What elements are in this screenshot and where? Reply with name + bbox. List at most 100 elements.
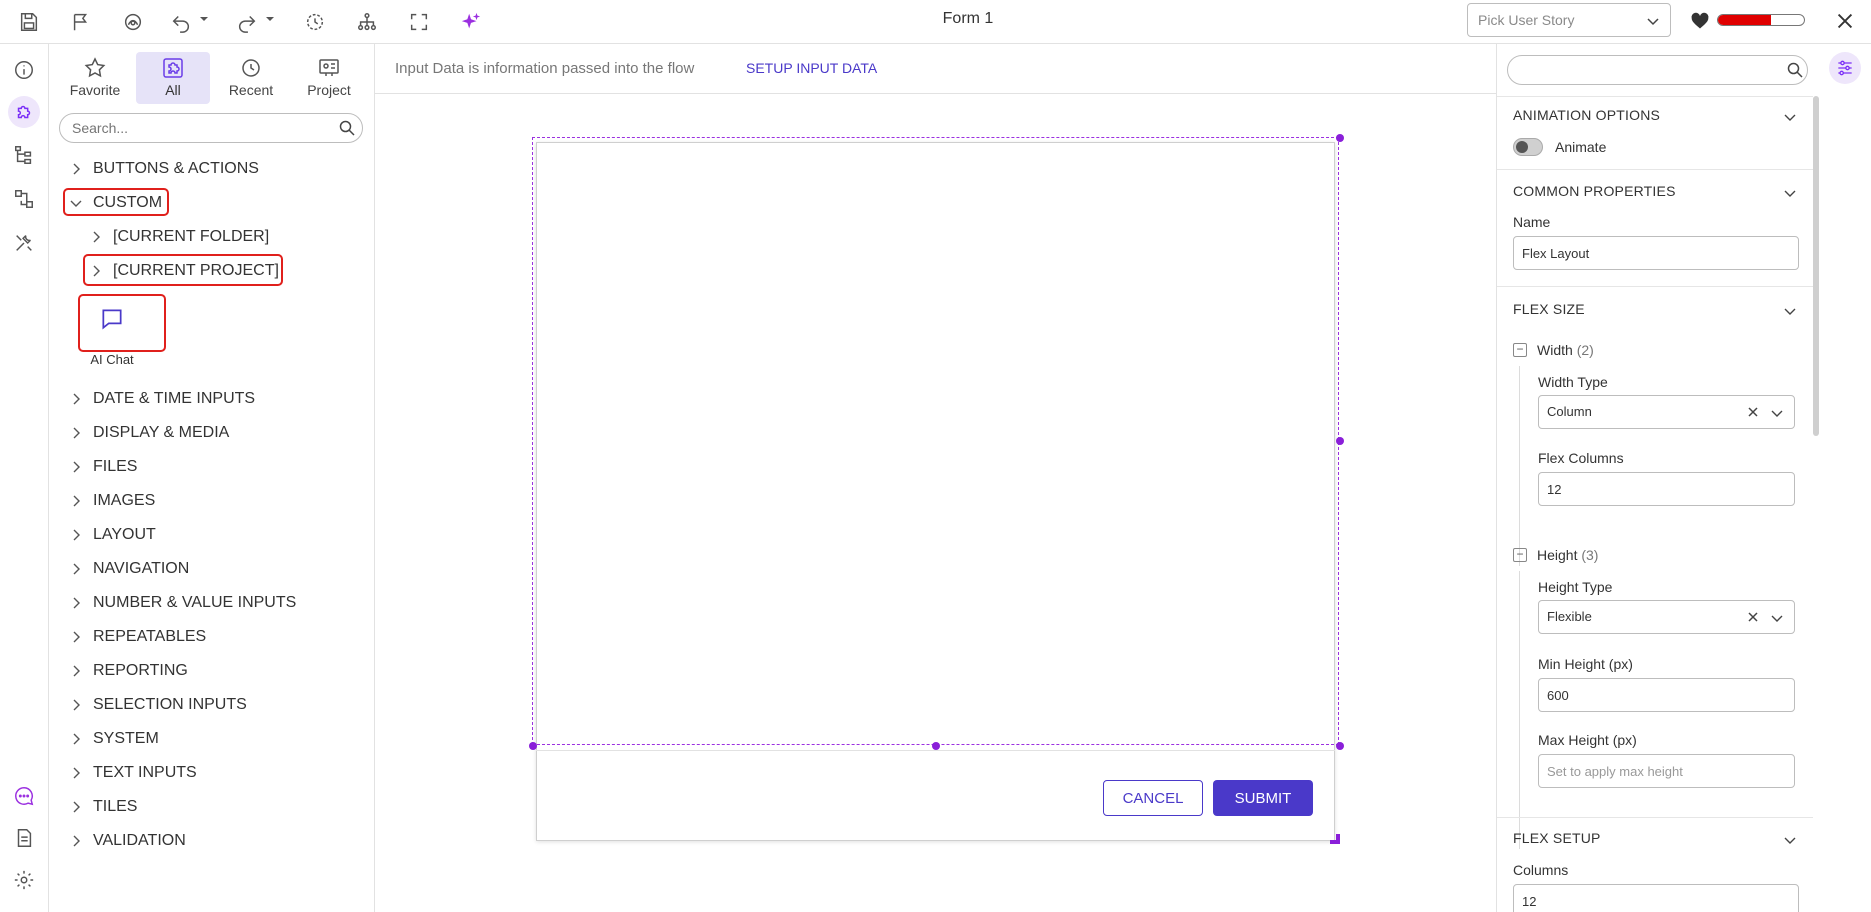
- resize-handle[interactable]: [529, 742, 537, 750]
- chevron-down-icon[interactable]: [1783, 304, 1797, 318]
- height-type-value: Flexible: [1547, 609, 1592, 624]
- submit-button[interactable]: SUBMIT: [1213, 780, 1313, 816]
- chevron-right-icon: [73, 835, 80, 847]
- category-validation[interactable]: VALIDATION: [69, 826, 186, 856]
- properties-search-input[interactable]: [1507, 55, 1808, 85]
- search-icon[interactable]: [339, 120, 355, 136]
- tab-all[interactable]: All: [136, 52, 210, 104]
- chevron-right-icon: [73, 665, 80, 677]
- height-type-label: Height Type: [1538, 579, 1613, 595]
- animate-toggle[interactable]: [1513, 138, 1543, 156]
- columns-input[interactable]: [1513, 884, 1799, 912]
- category-current-folder[interactable]: [CURRENT FOLDER]: [89, 222, 269, 252]
- fullscreen-icon[interactable]: [405, 8, 433, 36]
- chevron-right-icon: [73, 461, 80, 473]
- components-icon[interactable]: [8, 96, 40, 128]
- tab-recent[interactable]: Recent: [214, 52, 288, 104]
- preview-icon[interactable]: [119, 8, 147, 36]
- chevron-right-icon: [73, 427, 80, 439]
- settings-icon[interactable]: [10, 866, 38, 894]
- chevron-down-icon[interactable]: [1770, 406, 1784, 420]
- category-files[interactable]: FILES: [69, 452, 137, 482]
- chevron-right-icon: [93, 231, 100, 243]
- sliders-icon[interactable]: [1829, 52, 1861, 84]
- category-date-time[interactable]: DATE & TIME INPUTS: [69, 384, 255, 414]
- user-story-select[interactable]: Pick User Story: [1467, 3, 1671, 37]
- chevron-down-icon[interactable]: [1783, 833, 1797, 847]
- resize-handle[interactable]: [1336, 134, 1344, 142]
- max-height-input[interactable]: [1538, 754, 1795, 788]
- category-repeatables[interactable]: REPEATABLES: [69, 622, 206, 652]
- redo-dropdown-icon[interactable]: [265, 14, 275, 24]
- category-number-value[interactable]: NUMBER & VALUE INPUTS: [69, 588, 296, 618]
- category-display-media[interactable]: DISPLAY & MEDIA: [69, 418, 229, 448]
- category-layout[interactable]: LAYOUT: [69, 520, 156, 550]
- width-type-select[interactable]: Column: [1538, 395, 1795, 429]
- toggle-knob: [1516, 141, 1528, 153]
- category-buttons-actions[interactable]: BUTTONS & ACTIONS: [69, 154, 259, 184]
- setup-input-data-link[interactable]: SETUP INPUT DATA: [746, 60, 877, 76]
- chevron-down-icon[interactable]: [1770, 611, 1784, 625]
- group-line: [1519, 571, 1520, 849]
- info-icon[interactable]: [10, 56, 38, 84]
- flow-icon[interactable]: [10, 185, 38, 213]
- flag-icon[interactable]: [67, 8, 95, 36]
- tree-icon[interactable]: [10, 141, 38, 169]
- category-label: SYSTEM: [93, 730, 159, 747]
- properties-scrollbar[interactable]: [1813, 96, 1819, 436]
- chevron-down-icon: [70, 200, 82, 207]
- category-tiles[interactable]: TILES: [69, 792, 137, 822]
- star-icon: [84, 57, 106, 78]
- flex-layout-component[interactable]: [532, 137, 1339, 745]
- collapse-width-icon[interactable]: −: [1513, 343, 1527, 357]
- save-icon[interactable]: [15, 8, 43, 36]
- chevron-right-icon: [73, 163, 80, 175]
- height-label: Height: [1537, 547, 1578, 563]
- form-footer-divider: [536, 750, 1335, 751]
- height-type-select[interactable]: Flexible: [1538, 600, 1795, 634]
- chevron-right-icon: [73, 529, 80, 541]
- clear-icon[interactable]: [1746, 610, 1760, 624]
- chevron-down-icon[interactable]: [1783, 186, 1797, 200]
- ai-chat-component[interactable]: [80, 296, 144, 342]
- resize-handle[interactable]: [932, 742, 940, 750]
- category-reporting[interactable]: REPORTING: [69, 656, 188, 686]
- clear-icon[interactable]: [1746, 405, 1760, 419]
- category-custom[interactable]: CUSTOM: [69, 188, 162, 218]
- search-icon[interactable]: [1787, 62, 1803, 78]
- undo-dropdown-icon[interactable]: [199, 14, 209, 24]
- close-icon[interactable]: [1834, 10, 1856, 32]
- chat-icon[interactable]: [10, 782, 38, 810]
- tools-icon[interactable]: [10, 229, 38, 257]
- tab-project[interactable]: Project: [292, 52, 366, 104]
- category-system[interactable]: SYSTEM: [69, 724, 159, 754]
- category-text-inputs[interactable]: TEXT INPUTS: [69, 758, 197, 788]
- undo-icon[interactable]: [167, 8, 195, 36]
- chevron-right-icon: [93, 265, 100, 277]
- hierarchy-icon[interactable]: [353, 8, 381, 36]
- chevron-down-icon[interactable]: [1783, 110, 1797, 124]
- ai-sparkle-icon[interactable]: [457, 8, 485, 36]
- category-label: [CURRENT PROJECT]: [113, 262, 279, 279]
- category-selection[interactable]: SELECTION INPUTS: [69, 690, 247, 720]
- category-navigation[interactable]: NAVIGATION: [69, 554, 189, 584]
- tab-favorite[interactable]: Favorite: [58, 52, 132, 104]
- min-height-input[interactable]: [1538, 678, 1795, 712]
- category-label: VALIDATION: [93, 832, 186, 849]
- flex-columns-input[interactable]: [1538, 472, 1795, 506]
- category-label: DISPLAY & MEDIA: [93, 424, 230, 441]
- form-resize-corner[interactable]: [1330, 834, 1340, 844]
- resize-handle[interactable]: [1336, 742, 1344, 750]
- name-input[interactable]: [1513, 236, 1799, 270]
- history-icon[interactable]: [301, 8, 329, 36]
- resize-handle[interactable]: [1336, 437, 1344, 445]
- component-search-input[interactable]: [59, 113, 363, 143]
- document-icon[interactable]: [10, 824, 38, 852]
- collapse-height-icon[interactable]: −: [1513, 548, 1527, 562]
- category-images[interactable]: IMAGES: [69, 486, 155, 516]
- category-current-project[interactable]: [CURRENT PROJECT]: [89, 256, 279, 286]
- redo-icon[interactable]: [233, 8, 261, 36]
- cancel-button[interactable]: CANCEL: [1103, 780, 1203, 816]
- width-label: Width: [1537, 342, 1573, 358]
- chat-bubble-icon: [102, 309, 122, 330]
